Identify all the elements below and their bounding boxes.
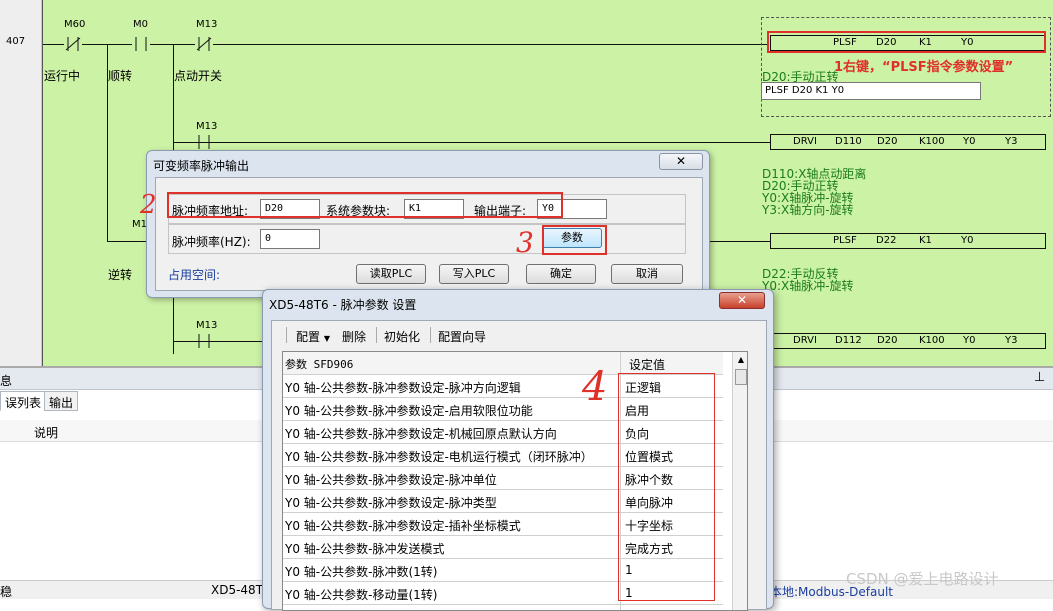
param-name: Y0 轴-公共参数-脉冲参数设定-机械回原点默认方向 <box>285 427 557 441</box>
read-plc-button[interactable]: 读取PLC <box>356 264 426 284</box>
freq-input[interactable]: 0 <box>260 229 320 249</box>
contact-label: M13 <box>196 121 218 132</box>
annotation-1: 1右键，“PLSF指令参数设置” <box>834 60 1014 75</box>
panel-title: 息 <box>0 374 13 388</box>
annotation-box <box>542 225 607 255</box>
dialog-title: 可变频率脉冲输出 <box>153 159 250 173</box>
comment-block: D110:X轴点动距离 D20:手动正转 Y0:X轴脉冲-旋转 Y3:X轴方向-… <box>762 167 867 217</box>
toolbar-grip <box>286 327 287 343</box>
param-name: Y0 轴-公共参数-脉冲数(1转) <box>285 565 438 579</box>
contact-m0[interactable] <box>132 37 150 51</box>
vertical-scrollbar[interactable]: ▲ <box>732 352 747 610</box>
annotation-box <box>167 192 563 218</box>
contact-label: M13 <box>196 19 218 30</box>
coil-comment: 顺转 <box>108 69 133 83</box>
pin-icon[interactable]: ⊥ <box>1034 370 1045 385</box>
contact-label: M13 <box>196 320 218 331</box>
scroll-thumb[interactable] <box>735 369 747 385</box>
param-name: Y0 轴-公共参数-脉冲参数设定-电机运行模式（闭环脉冲） <box>285 450 593 464</box>
annotation-box <box>618 373 715 601</box>
param-name: Y0 轴-公共参数-脉冲参数设定-脉冲方向逻辑 <box>285 381 521 395</box>
toolbar-separator <box>376 327 377 343</box>
branch-wire <box>107 44 108 241</box>
tab-output[interactable]: 输出 <box>44 391 79 411</box>
coil-comment: 运行中 <box>44 69 81 83</box>
annotation-2: 2 <box>140 190 157 220</box>
close-button[interactable]: ✕ <box>719 292 765 309</box>
left-power-rail <box>42 0 43 366</box>
dropdown-arrow-icon: ▼ <box>323 334 330 343</box>
config-wizard-button[interactable]: 配置向导 <box>438 328 486 345</box>
rung-wire <box>43 44 767 45</box>
table-header: 参数 SFD906 设定值 <box>283 352 723 375</box>
init-button[interactable]: 初始化 <box>384 328 420 345</box>
pulse-output-dialog: 可变频率脉冲输出 ✕ 脉冲频率地址: D20 系统参数块: K1 输出端子: Y… <box>146 150 710 298</box>
freq-label: 脉冲频率(HZ): <box>172 235 251 249</box>
contact-label: M60 <box>64 19 86 30</box>
comment-block: D22:手动反转 Y0:X轴脉冲-旋转 <box>762 267 854 293</box>
contact-label: M1 <box>132 219 147 230</box>
cancel-button[interactable]: 取消 <box>611 264 683 284</box>
rung-wire <box>173 142 770 143</box>
tab-error-list[interactable]: 误列表 <box>0 391 47 411</box>
annotation-box <box>767 31 1046 53</box>
coil-comment: 点动开关 <box>174 69 223 83</box>
contact-label: M0 <box>133 19 148 30</box>
scroll-up-icon[interactable]: ▲ <box>734 353 747 367</box>
dialog-title: XD5-48T6 - 脉冲参数 设置 <box>269 298 417 312</box>
contact-m13[interactable] <box>195 37 213 51</box>
status-device: XD5-48T <box>211 583 264 597</box>
param-name: Y0 轴-公共参数-移动量(1转) <box>285 588 438 602</box>
annotation-3: 3 <box>516 226 534 259</box>
contact-m60[interactable] <box>64 37 82 51</box>
close-icon: ✕ <box>675 154 687 168</box>
param-name: Y0 轴-公共参数-脉冲参数设定-脉冲单位 <box>285 473 497 487</box>
rung-number: 407 <box>6 36 26 47</box>
param-name: Y0 轴-公共参数-脉冲参数设定-脉冲类型 <box>285 496 497 510</box>
param-name: Y0 轴-公共参数-脉冲参数设定-插补坐标模式 <box>285 519 521 533</box>
annotation-4: 4 <box>582 364 608 410</box>
plsf-instruction[interactable]: PLSF D22 K1 Y0 <box>770 233 1046 249</box>
drvi-instruction[interactable]: DRVI D110 D20 K100 Y0 Y3 <box>770 134 1046 150</box>
occupied-space-label: 占用空间: <box>168 268 221 282</box>
toolbar-separator <box>430 327 431 343</box>
watermark: CSDN @爱上电路设计 <box>846 570 999 588</box>
delete-button[interactable]: 删除 <box>342 328 366 345</box>
param-name: Y0 轴-公共参数-脉冲参数设定-启用软限位功能 <box>285 404 533 418</box>
instruction-edit-field[interactable]: PLSF D20 K1 Y0 <box>761 82 981 100</box>
coil-comment: 逆转 <box>108 268 133 282</box>
param-name: Y0 轴-公共参数-脉冲发送模式 <box>285 542 445 556</box>
write-plc-button[interactable]: 写入PLC <box>439 264 509 284</box>
close-icon: ✕ <box>736 293 748 307</box>
ok-button[interactable]: 确定 <box>526 264 596 284</box>
drvi-instruction[interactable]: DRVI D112 D20 K100 Y0 Y3 <box>770 333 1046 349</box>
close-button[interactable]: ✕ <box>659 153 703 170</box>
toolbar: 配置 ▼ 删除 初始化 配置向导 <box>272 321 766 349</box>
config-menu[interactable]: 配置 ▼ <box>296 328 330 345</box>
rung-gutter <box>0 0 42 366</box>
